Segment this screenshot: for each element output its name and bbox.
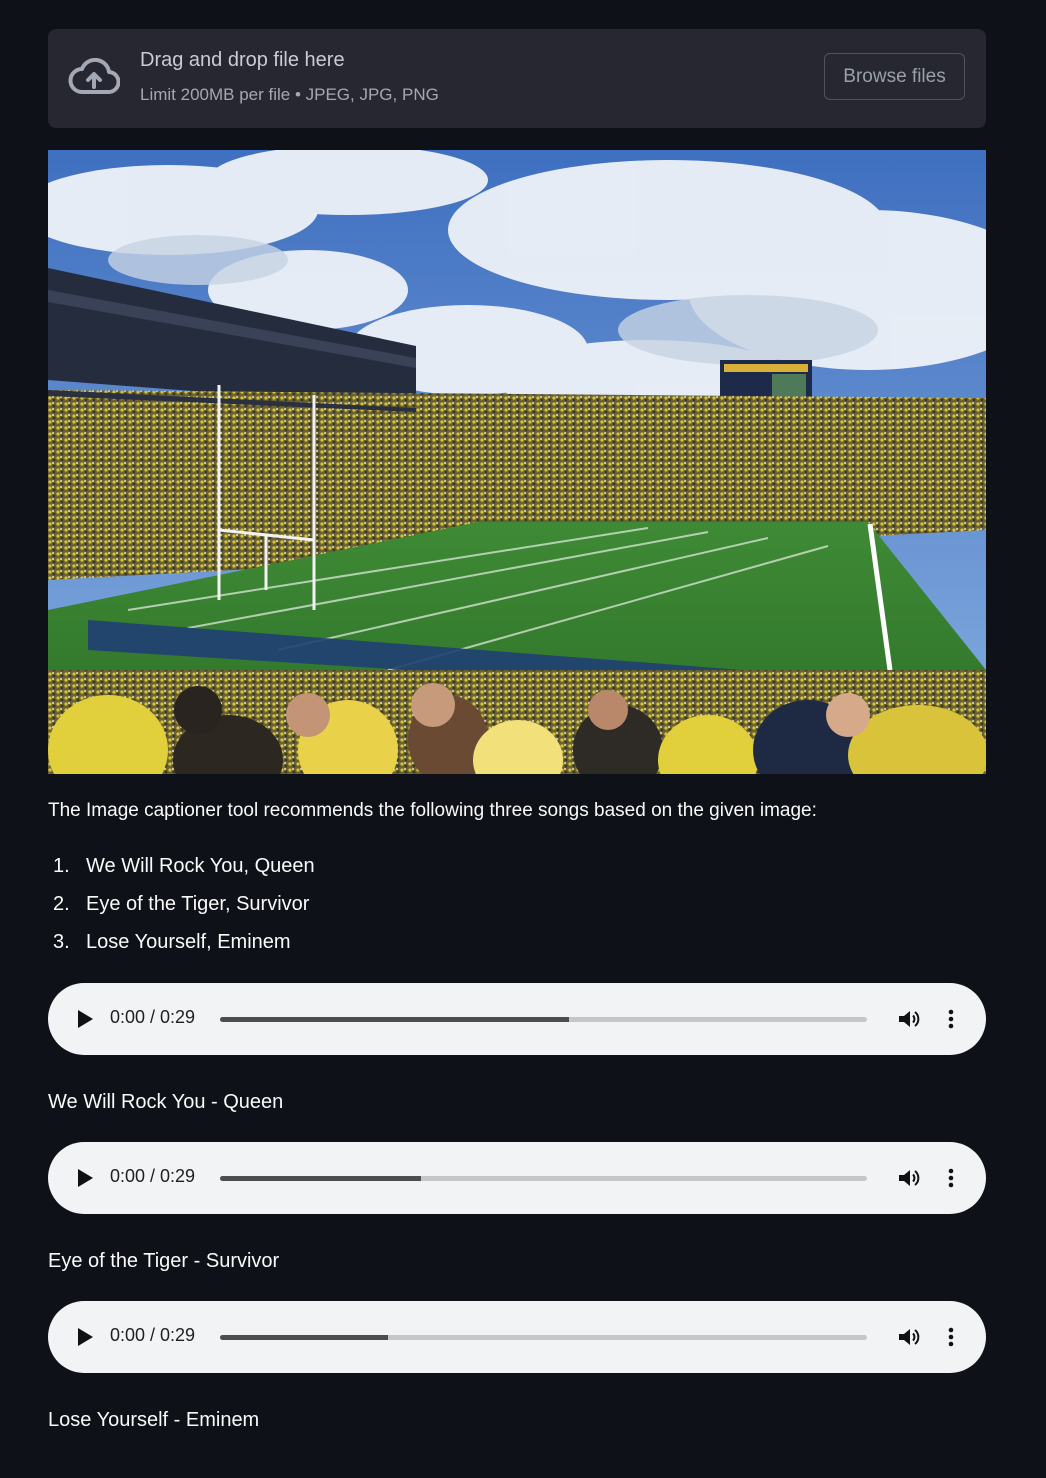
time-display: 0:00 / 0:29: [110, 1007, 196, 1027]
list-number: 1.: [53, 855, 70, 877]
time-display: 0:00 / 0:29: [110, 1166, 196, 1186]
more-options-icon[interactable]: [945, 1166, 957, 1190]
drop-zone-title: Drag and drop file here: [140, 49, 345, 71]
volume-icon[interactable]: [897, 1325, 921, 1349]
list-item: 3. Lose Yourself, Eminem: [48, 931, 315, 969]
song-label: We Will Rock You, Queen: [86, 855, 315, 877]
list-number: 3.: [53, 931, 70, 953]
list-item: 2. Eye of the Tiger, Survivor: [48, 893, 315, 931]
song-label: Eye of the Tiger, Survivor: [86, 893, 310, 915]
audio-caption: Lose Yourself - Eminem: [48, 1409, 260, 1431]
audio-player[interactable]: 0:00 / 0:29: [48, 983, 986, 1055]
audio-caption: Eye of the Tiger - Survivor: [48, 1250, 280, 1272]
browse-files-button[interactable]: Browse files: [824, 53, 965, 100]
more-options-icon[interactable]: [945, 1007, 957, 1031]
play-icon[interactable]: [76, 1327, 94, 1347]
play-icon[interactable]: [76, 1168, 94, 1188]
audio-player[interactable]: 0:00 / 0:29: [48, 1142, 986, 1214]
buffered-fill: [220, 1176, 421, 1181]
file-uploader[interactable]: Drag and drop file here Limit 200MB per …: [48, 29, 986, 128]
drop-zone-limit: Limit 200MB per file • JPEG, JPG, PNG: [140, 85, 439, 104]
buffered-fill: [220, 1335, 389, 1340]
audio-player[interactable]: 0:00 / 0:29: [48, 1301, 986, 1373]
list-item: 1. We Will Rock You, Queen: [48, 855, 315, 893]
uploaded-stadium-image: [48, 150, 986, 774]
progress-track[interactable]: [220, 1017, 867, 1022]
cloud-upload-icon: [68, 58, 120, 94]
list-number: 2.: [53, 893, 70, 915]
play-icon[interactable]: [76, 1009, 94, 1029]
buffered-fill: [220, 1017, 570, 1022]
volume-icon[interactable]: [897, 1166, 921, 1190]
recommendation-intro: The Image captioner tool recommends the …: [48, 800, 817, 821]
more-options-icon[interactable]: [945, 1325, 957, 1349]
progress-track[interactable]: [220, 1335, 867, 1340]
volume-icon[interactable]: [897, 1007, 921, 1031]
time-display: 0:00 / 0:29: [110, 1325, 196, 1345]
song-recommendation-list: 1. We Will Rock You, Queen 2. Eye of the…: [48, 855, 315, 969]
progress-track[interactable]: [220, 1176, 867, 1181]
song-label: Lose Yourself, Eminem: [86, 931, 291, 953]
audio-caption: We Will Rock You - Queen: [48, 1091, 284, 1113]
